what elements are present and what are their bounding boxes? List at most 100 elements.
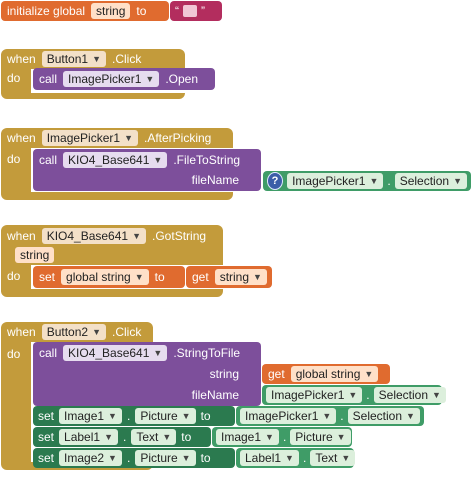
set-label: set xyxy=(38,430,55,444)
property-dropdown[interactable]: Picture ▼ xyxy=(135,408,196,424)
source-component-dropdown[interactable]: ImagePicker1 ▼ xyxy=(240,408,337,424)
component-dropdown[interactable]: Button1 ▼ xyxy=(41,51,106,67)
imagepicker-open-call-block[interactable]: call ImagePicker1 ▼ .Open xyxy=(33,68,215,90)
set-label: set xyxy=(38,451,55,465)
method-label: .FileToString xyxy=(173,153,241,167)
to-label: to xyxy=(181,430,192,444)
do-label: do xyxy=(7,269,21,283)
text-input[interactable] xyxy=(183,5,197,17)
target-dropdown[interactable]: ImagePicker1 ▼ xyxy=(63,71,160,87)
stringtofile-call-block[interactable]: call KIO4_Base641 ▼ .StringToFile string … xyxy=(33,342,261,406)
set-label: set xyxy=(38,409,55,423)
target-dropdown[interactable]: KIO4_Base641 ▼ xyxy=(63,152,168,168)
component-dropdown[interactable]: Button2 ▼ xyxy=(41,324,106,340)
set-label1-text-block[interactable]: set Label1 ▼ . Text ▼ to xyxy=(33,427,211,447)
chevron-down-icon: ▼ xyxy=(348,390,358,400)
dot-label: . xyxy=(366,388,370,402)
dot-label: . xyxy=(302,451,307,465)
property-dropdown[interactable]: Selection ▼ xyxy=(373,387,446,403)
when-label: when xyxy=(7,325,36,339)
quote-open: “ xyxy=(175,4,179,18)
method-label: .StringToFile xyxy=(173,346,241,360)
get-variable-dropdown[interactable]: global string ▼ xyxy=(290,366,379,382)
chevron-down-icon: ▼ xyxy=(153,155,163,165)
dot-label: . xyxy=(387,174,391,188)
chevron-down-icon: ▼ xyxy=(322,411,332,421)
chevron-down-icon: ▼ xyxy=(153,348,163,358)
event-label: .AfterPicking xyxy=(143,131,212,145)
string-param-label: string xyxy=(209,367,239,381)
chevron-down-icon: ▼ xyxy=(145,74,155,84)
event-label: .Click xyxy=(111,52,142,66)
source-component-dropdown[interactable]: ImagePicker1 ▼ xyxy=(266,387,363,403)
do-label: do xyxy=(7,152,21,166)
chevron-down-icon: ▼ xyxy=(134,272,144,282)
chevron-down-icon: ▼ xyxy=(132,231,142,241)
call-label: call xyxy=(39,346,58,360)
filename-param-label: fileName xyxy=(191,173,239,187)
chevron-down-icon: ▼ xyxy=(124,133,133,143)
chevron-down-icon: ▼ xyxy=(341,453,351,463)
set-image2-picture-block[interactable]: set Image2 ▼ . Picture ▼ to xyxy=(33,448,235,468)
target-dropdown[interactable]: KIO4_Base641 ▼ xyxy=(63,345,168,361)
imagepicker-selection-getter[interactable]: ? ImagePicker1 ▼ . Selection ▼ xyxy=(263,171,471,191)
image1-picture-getter[interactable]: Image1 ▼ . Picture ▼ xyxy=(212,427,352,447)
chevron-down-icon: ▼ xyxy=(108,453,117,463)
empty-text-block[interactable]: “ ” xyxy=(170,1,222,21)
imagepicker-selection-getter-3[interactable]: ImagePicker1 ▼ . Selection ▼ xyxy=(236,406,424,426)
call-label: call xyxy=(39,153,58,167)
get-variable-dropdown[interactable]: string ▼ xyxy=(214,269,267,285)
filetostring-call-block[interactable]: call KIO4_Base641 ▼ .FileToString fileNam… xyxy=(33,149,261,191)
property-dropdown[interactable]: Picture ▼ xyxy=(135,450,196,466)
event-label: .GotString xyxy=(152,229,207,243)
help-icon[interactable]: ? xyxy=(267,172,284,190)
component-dropdown[interactable]: Image1 ▼ xyxy=(59,408,122,424)
quote-close: ” xyxy=(201,4,205,18)
chevron-down-icon: ▼ xyxy=(92,327,101,337)
chevron-down-icon: ▼ xyxy=(265,432,274,442)
property-dropdown[interactable]: Selection ▼ xyxy=(394,173,467,189)
to-label: to xyxy=(200,451,211,465)
chevron-down-icon: ▼ xyxy=(104,432,113,442)
dot-label: . xyxy=(282,430,287,444)
chevron-down-icon: ▼ xyxy=(92,54,101,64)
get-global-string-block[interactable]: get global string ▼ xyxy=(262,364,390,384)
filename-param-label: fileName xyxy=(191,388,239,402)
set-label: set xyxy=(39,270,56,284)
property-dropdown[interactable]: Picture ▼ xyxy=(290,429,351,445)
call-label: call xyxy=(39,72,58,86)
chevron-down-icon: ▼ xyxy=(162,432,172,442)
variable-name-field[interactable]: string xyxy=(91,3,131,19)
get-string-block[interactable]: get string ▼ xyxy=(186,266,272,288)
component-dropdown[interactable]: ImagePicker1 ▼ xyxy=(41,130,138,146)
global-variable-dropdown[interactable]: global string ▼ xyxy=(61,269,149,285)
set-image1-picture-block[interactable]: set Image1 ▼ . Picture ▼ to xyxy=(33,406,235,426)
chevron-down-icon: ▼ xyxy=(406,411,415,421)
chevron-down-icon: ▼ xyxy=(181,453,191,463)
imagepicker-selection-getter-2[interactable]: ImagePicker1 ▼ . Selection ▼ xyxy=(262,385,446,405)
property-dropdown[interactable]: Text ▼ xyxy=(310,450,356,466)
initialize-global-block[interactable]: initialize global string to xyxy=(1,1,169,21)
when-label: when xyxy=(7,131,36,145)
label1-text-getter[interactable]: Label1 ▼ . Text ▼ xyxy=(236,448,356,468)
component-dropdown[interactable]: KIO4_Base641 ▼ xyxy=(41,228,147,244)
property-dropdown[interactable]: Selection ▼ xyxy=(347,408,420,424)
event-label: .Click xyxy=(111,325,142,339)
chevron-down-icon: ▼ xyxy=(253,272,262,282)
component-dropdown[interactable]: Label1 ▼ xyxy=(59,429,118,445)
source-component-dropdown[interactable]: Image1 ▼ xyxy=(216,429,279,445)
do-label: do xyxy=(7,71,21,85)
property-dropdown[interactable]: Text ▼ xyxy=(131,429,177,445)
set-global-string-block[interactable]: set global string ▼ to xyxy=(33,266,185,288)
event-argument-string[interactable]: string xyxy=(15,247,55,263)
get-label: get xyxy=(268,367,285,381)
source-component-dropdown[interactable]: Label1 ▼ xyxy=(240,450,299,466)
chevron-down-icon: ▼ xyxy=(364,369,374,379)
to-label: to xyxy=(136,4,147,18)
when-label: when xyxy=(7,52,36,66)
method-label: .Open xyxy=(165,72,199,86)
source-component-dropdown[interactable]: ImagePicker1 ▼ xyxy=(287,173,384,189)
component-dropdown[interactable]: Image2 ▼ xyxy=(59,450,122,466)
chevron-down-icon: ▼ xyxy=(453,176,462,186)
get-label: get xyxy=(192,270,209,284)
